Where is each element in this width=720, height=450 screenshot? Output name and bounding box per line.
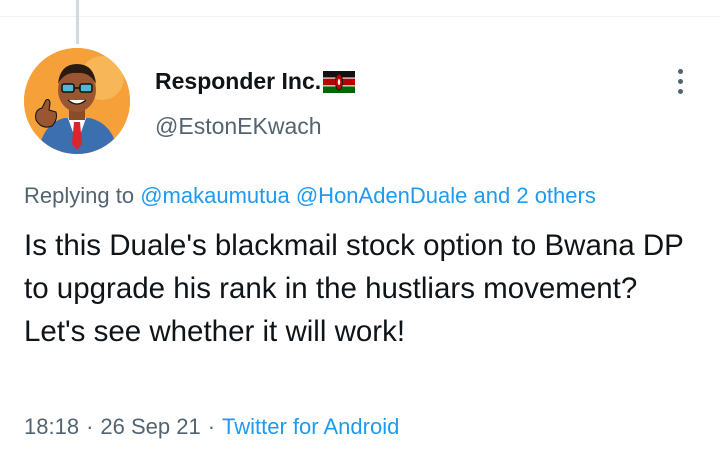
tweet-text: Is this Duale's blackmail stock option t… xyxy=(24,229,684,348)
meta-separator: · xyxy=(86,414,94,439)
tweet-date[interactable]: 26 Sep 21 xyxy=(100,414,200,439)
user-handle[interactable]: @EstonEKwach xyxy=(155,113,322,140)
tweet-metadata: 18:18 · 26 Sep 21 · Twitter for Android xyxy=(24,414,399,440)
meta-separator: · xyxy=(207,414,216,439)
avatar[interactable] xyxy=(24,48,130,154)
display-name-text[interactable]: Responder Inc. xyxy=(155,68,321,95)
replying-to-line: Replying to @makaumutua @HonAdenDuale an… xyxy=(24,183,596,209)
kenya-flag-icon xyxy=(323,70,356,93)
mention-link-honadenduale[interactable]: @HonAdenDuale xyxy=(296,183,468,208)
mention-link-makaumutua[interactable]: @makaumutua xyxy=(140,183,290,208)
mention-link-others[interactable]: and 2 others xyxy=(474,183,596,208)
thread-connector-line xyxy=(76,0,79,44)
tweet-source-link[interactable]: Twitter for Android xyxy=(222,414,399,439)
replying-to-label: Replying to xyxy=(24,183,135,208)
more-options-icon[interactable] xyxy=(668,64,692,98)
tweet-time[interactable]: 18:18 xyxy=(24,414,79,439)
top-divider xyxy=(0,16,720,17)
display-name[interactable]: Responder Inc. xyxy=(155,68,356,95)
cartoon-businessman-avatar-image xyxy=(24,48,130,154)
